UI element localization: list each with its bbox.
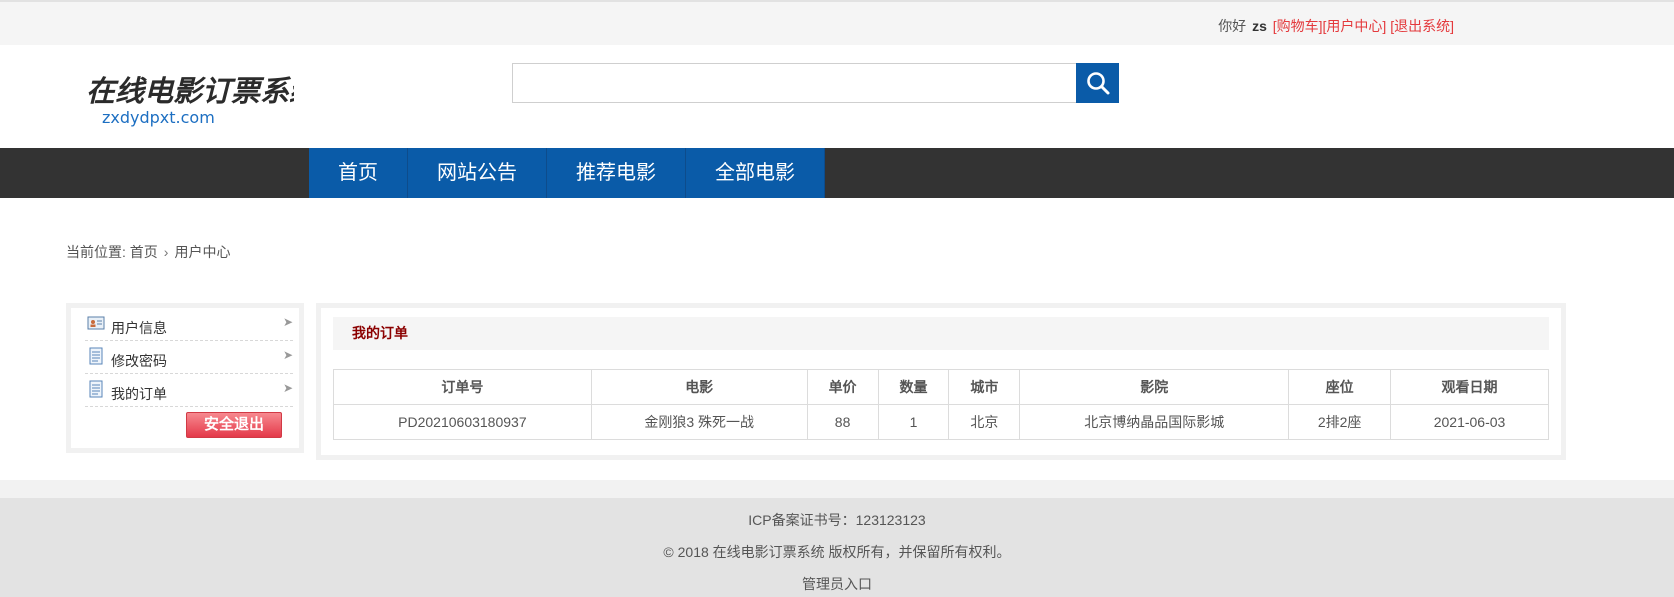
- breadcrumb-current: 用户中心: [174, 244, 231, 260]
- logo-domain: zxdydpxt.com: [102, 108, 215, 127]
- breadcrumb-prefix: 当前位置:: [66, 244, 126, 260]
- order-number-cell: PD20210603180937: [333, 404, 592, 440]
- chevron-right-icon: ➤: [282, 381, 293, 395]
- chevron-right-icon: ➤: [282, 315, 293, 329]
- id-card-icon: [87, 316, 105, 330]
- greeting-text: 你好: [1218, 18, 1247, 34]
- sidebar-item-change-password[interactable]: 修改密码 ➤: [85, 341, 293, 374]
- nav-item-all-movies[interactable]: 全部电影: [686, 148, 825, 198]
- logo-image: 在线电影订票系统 zxdydpxt.com: [86, 74, 294, 127]
- cinema-cell: 北京博纳晶品国际影城: [1019, 404, 1290, 440]
- logo-title: 在线电影订票系统: [86, 74, 294, 108]
- user-sidebar: 用户信息 ➤ 修改密码 ➤ 我的订单 ➤ 安全退出: [66, 303, 304, 453]
- price-cell: 88: [806, 404, 879, 440]
- search-bar: [512, 63, 1119, 103]
- logout-link[interactable]: [退出系统]: [1390, 18, 1454, 34]
- column-header: 单价: [806, 369, 879, 405]
- nav-item-home[interactable]: 首页: [309, 148, 408, 198]
- column-header: 观看日期: [1390, 369, 1549, 405]
- movie-cell: 金刚狼3 殊死一战: [590, 404, 808, 440]
- sidebar-item-my-orders[interactable]: 我的订单 ➤: [85, 374, 293, 407]
- user-greeting: 你好 zs [购物车][用户中心] [退出系统]: [1218, 16, 1454, 36]
- column-header: 城市: [948, 369, 1021, 405]
- document-icon: [89, 380, 103, 398]
- sidebar-item-label: 用户信息: [111, 320, 167, 336]
- column-header: 电影: [590, 369, 808, 405]
- breadcrumb-home[interactable]: 首页: [130, 244, 158, 260]
- column-header: 数量: [877, 369, 950, 405]
- cart-link[interactable]: [购物车]: [1273, 18, 1323, 34]
- document-icon: [89, 347, 103, 365]
- nav-item-recommended[interactable]: 推荐电影: [547, 148, 686, 198]
- user-center-link[interactable]: [用户中心]: [1323, 18, 1387, 34]
- sidebar-item-label: 我的订单: [111, 386, 167, 402]
- sidebar-item-user-info[interactable]: 用户信息 ➤: [85, 308, 293, 341]
- chevron-right-icon: ➤: [282, 348, 293, 362]
- sidebar-item-label: 修改密码: [111, 353, 167, 369]
- search-icon: [1086, 72, 1109, 95]
- safe-logout-button[interactable]: 安全退出: [186, 412, 282, 438]
- table-header-row: 订单号 电影 单价 数量 城市 影院 座位 观看日期: [333, 369, 1549, 405]
- site-logo[interactable]: 在线电影订票系统 zxdydpxt.com: [84, 69, 294, 129]
- column-header: 座位: [1288, 369, 1392, 405]
- quantity-cell: 1: [877, 404, 950, 440]
- nav-item-announcements[interactable]: 网站公告: [408, 148, 547, 198]
- top-bar: 你好 zs [购物车][用户中心] [退出系统]: [0, 0, 1674, 45]
- footer: ICP备案证书号：123123123 © 2018 在线电影订票系统 版权所有，…: [0, 480, 1674, 597]
- search-button[interactable]: [1076, 63, 1119, 103]
- header: 在线电影订票系统 zxdydpxt.com: [0, 45, 1674, 148]
- username: zs: [1252, 18, 1267, 34]
- breadcrumb-separator: ›: [163, 244, 169, 260]
- orders-title: 我的订单: [333, 317, 1549, 350]
- breadcrumb: 当前位置: 首页 › 用户中心: [66, 242, 230, 262]
- column-header: 影院: [1019, 369, 1290, 405]
- city-cell: 北京: [948, 404, 1021, 440]
- main-nav: 首页 网站公告 推荐电影 全部电影: [0, 148, 1674, 198]
- table-row: PD20210603180937 金刚狼3 殊死一战 88 1 北京 北京博纳晶…: [333, 404, 1549, 440]
- admin-login-link[interactable]: 管理员入口: [802, 576, 872, 592]
- search-input[interactable]: [512, 63, 1077, 103]
- seat-cell: 2排2座: [1288, 404, 1392, 440]
- orders-panel: 我的订单 订单号 电影 单价 数量 城市 影院 座位 观看日期 PD202106…: [316, 303, 1566, 460]
- copyright-text: © 2018 在线电影订票系统 版权所有，并保留所有权利。: [663, 544, 1011, 560]
- column-header: 订单号: [333, 369, 592, 405]
- orders-table: 订单号 电影 单价 数量 城市 影院 座位 观看日期 PD20210603180…: [333, 369, 1549, 440]
- icp-number: ICP备案证书号：123123123: [748, 512, 926, 528]
- date-cell: 2021-06-03: [1390, 404, 1549, 440]
